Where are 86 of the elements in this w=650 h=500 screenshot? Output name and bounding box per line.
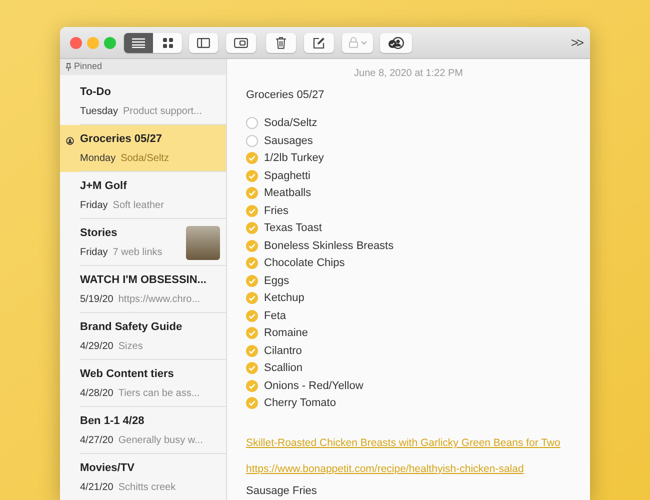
checkbox[interactable] [246,292,258,304]
checkbox[interactable] [246,240,258,252]
collaborate-button[interactable] [380,32,412,52]
zoom-button[interactable] [104,36,116,48]
note-list-item[interactable]: Groceries 05/27 Monday Soda/Seltz [60,125,226,172]
checklist-item: Chocolate Chips [264,256,345,271]
note-title: To-Do [80,84,112,100]
pin-icon [66,63,71,71]
checkbox[interactable] [246,362,258,374]
delete-button[interactable] [266,32,296,52]
compose-icon [313,36,325,48]
note-date: 5/19/20 [80,293,114,308]
checklist-item: Sausages [264,134,313,148]
note-heading: Groceries 05/27 [246,88,326,103]
checkbox[interactable] [246,134,258,147]
checklist-item: Onions - Red/Yellow [264,378,364,394]
sidebar-icon [197,38,210,48]
note-date: 4/27/20 [80,434,114,448]
people-check-icon [388,36,404,48]
checklist-item: Cilantro [264,344,302,358]
note-title: Brand Safety Guide [80,320,184,335]
checklist-item: Boneless Skinless Breasts [264,238,394,254]
note-title: Groceries 05/27 [80,132,163,147]
note-date: 4/28/20 [80,387,114,402]
checkbox[interactable] [246,327,258,340]
minimize-button[interactable] [87,36,99,48]
checklist-item: Cherry Tomato [264,396,336,411]
section-label: Pinned [74,60,102,74]
checkbox[interactable] [246,204,258,217]
note-date: 4/29/20 [80,340,114,354]
note-date: 4/21/20 [80,481,114,496]
attachments-icon [234,38,248,48]
checklist-item: Romaine [264,326,308,341]
note-date: Monday [80,152,116,166]
note-title: Stories [80,226,118,241]
note-preview: Schitts creek [118,481,176,496]
note-preview: Product support... [122,105,202,120]
note-preview: 7 web links [112,246,162,260]
note-preview: Soft leather [112,199,164,214]
checklist-item: 1/2lb Turkey [264,151,324,166]
note-title: Web Content tiers [80,366,175,382]
checkbox[interactable] [246,257,258,270]
note-date: Friday [80,246,108,260]
note-preview: Generally busy w... [118,434,203,448]
checklist-item: Ketchup [264,291,304,306]
list-view-icon [132,38,145,48]
gallery-view-icon [162,38,172,48]
checklist-item: Feta [264,308,286,324]
note-preview: Tiers can be ass... [118,387,200,402]
attachments-button[interactable] [226,32,256,52]
checklist-item: Fries [264,204,288,218]
checkbox[interactable] [246,117,258,130]
trash-icon [276,36,286,48]
sidebar-toggle-button[interactable] [189,32,218,52]
note-preview: Sizes [118,340,143,354]
close-button[interactable] [70,36,82,48]
note-date: Friday [80,199,108,214]
checkbox[interactable] [246,310,258,322]
lock-icon [348,37,358,48]
checkbox[interactable] [246,187,258,200]
note-title: J+M Golf [80,178,128,194]
checkbox[interactable] [246,274,258,287]
caret-icon [360,40,366,44]
note-title: Movies/TV [80,460,136,476]
note-date: Tuesday [80,105,118,120]
note-preview: https://www.chro... [118,293,200,308]
checklist-item: Scallion [264,361,303,376]
checkbox[interactable] [246,397,258,410]
checklist-item: Meatballs [264,186,312,201]
note-preview: Soda/Seltz [120,152,169,166]
toolbar-overflow-button[interactable]: >> [570,32,582,52]
note-timestamp: June 8, 2020 at 1:22 PM [354,67,464,81]
checklist-item: Eggs [264,274,290,288]
note-title: WATCH I'M OBSESSIN... [80,272,208,288]
checkbox[interactable] [246,152,258,164]
checkbox[interactable] [246,170,258,182]
checklist-item: Spaghetti [264,168,310,184]
checkbox[interactable] [246,380,258,392]
checkbox[interactable] [246,222,258,234]
checklist-item: Texas Toast [264,221,322,236]
note-title: Ben 1-1 4/28 [80,414,146,429]
checklist-item: Soda/Seltz [264,116,318,131]
checkbox[interactable] [246,344,258,357]
compose-button[interactable] [304,32,334,52]
note-text: Sausage Fries [246,484,318,498]
view-mode-button[interactable] [124,32,153,52]
